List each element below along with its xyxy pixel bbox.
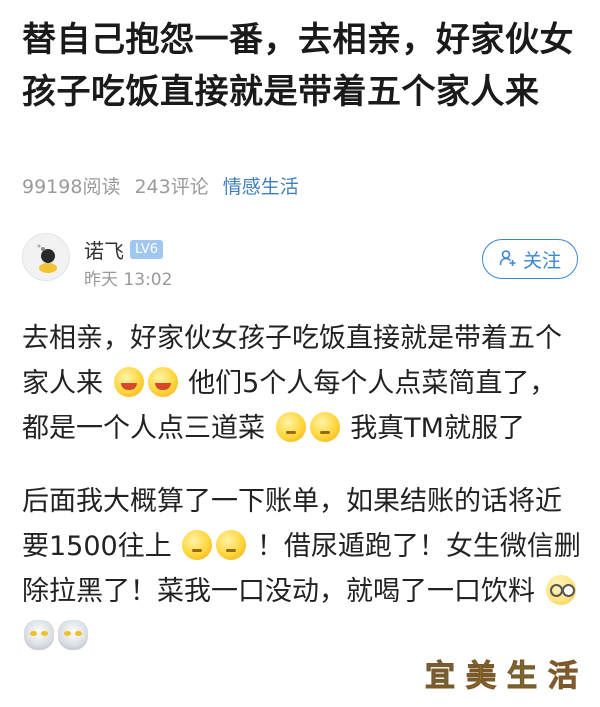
watermark-char: 生 (507, 659, 538, 695)
watermark-char: 活 (548, 659, 579, 695)
follow-label: 关注 (522, 249, 561, 272)
laugh-emoji-icon (147, 367, 178, 397)
post-time: 昨天 13:02 (84, 270, 173, 290)
level-badge: LV6 (130, 240, 163, 259)
post-title: 替自己抱怨一番，去相亲，好家伙女孩子吃饭直接就是带着五个家人来 (22, 20, 574, 112)
paragraph-2: 后面我大概算了一下账单，如果结账的话将近要1500往上 ！借尿遁跑了！女生微信删… (22, 479, 582, 659)
ultraman-emoji-icon (58, 620, 88, 650)
watermark-char: 宜 (425, 659, 456, 695)
paragraph-1-text-c: 我真TM就服了 (350, 413, 525, 444)
watermark-char: 美 (466, 659, 497, 695)
avatar[interactable] (22, 233, 70, 281)
comment-count[interactable]: 243评论 (134, 172, 208, 199)
think-emoji-icon (182, 530, 213, 560)
think-emoji-icon (216, 530, 247, 560)
laugh-emoji-icon (113, 367, 144, 397)
ultraman-emoji-icon (24, 620, 54, 650)
paragraph-1: 去相亲，好家伙女孩子吃饭直接就是带着五个家人来 他们5个人每个人点菜简直了，都是… (22, 316, 582, 451)
watermark-logo: 宜 美 生 活 (415, 653, 588, 701)
author-row: 诺飞 LV6 昨天 13:02 关注 (22, 233, 578, 293)
post-meta: 99198阅读 243评论 情感生活 (22, 172, 299, 199)
think-emoji-icon (309, 412, 340, 442)
author-name[interactable]: 诺飞 (84, 235, 124, 264)
topic-link[interactable]: 情感生活 (223, 172, 299, 199)
author-name-row: 诺飞 LV6 (84, 235, 163, 264)
post-body: 去相亲，好家伙女孩子吃饭直接就是带着五个家人来 他们5个人每个人点菜简直了，都是… (22, 316, 582, 659)
avatar-image (23, 234, 69, 280)
follow-button[interactable]: 关注 (482, 239, 578, 279)
add-user-icon (499, 249, 517, 270)
think-emoji-icon (275, 412, 306, 442)
glasses-emoji-icon (545, 575, 576, 605)
read-count: 99198阅读 (22, 176, 121, 198)
